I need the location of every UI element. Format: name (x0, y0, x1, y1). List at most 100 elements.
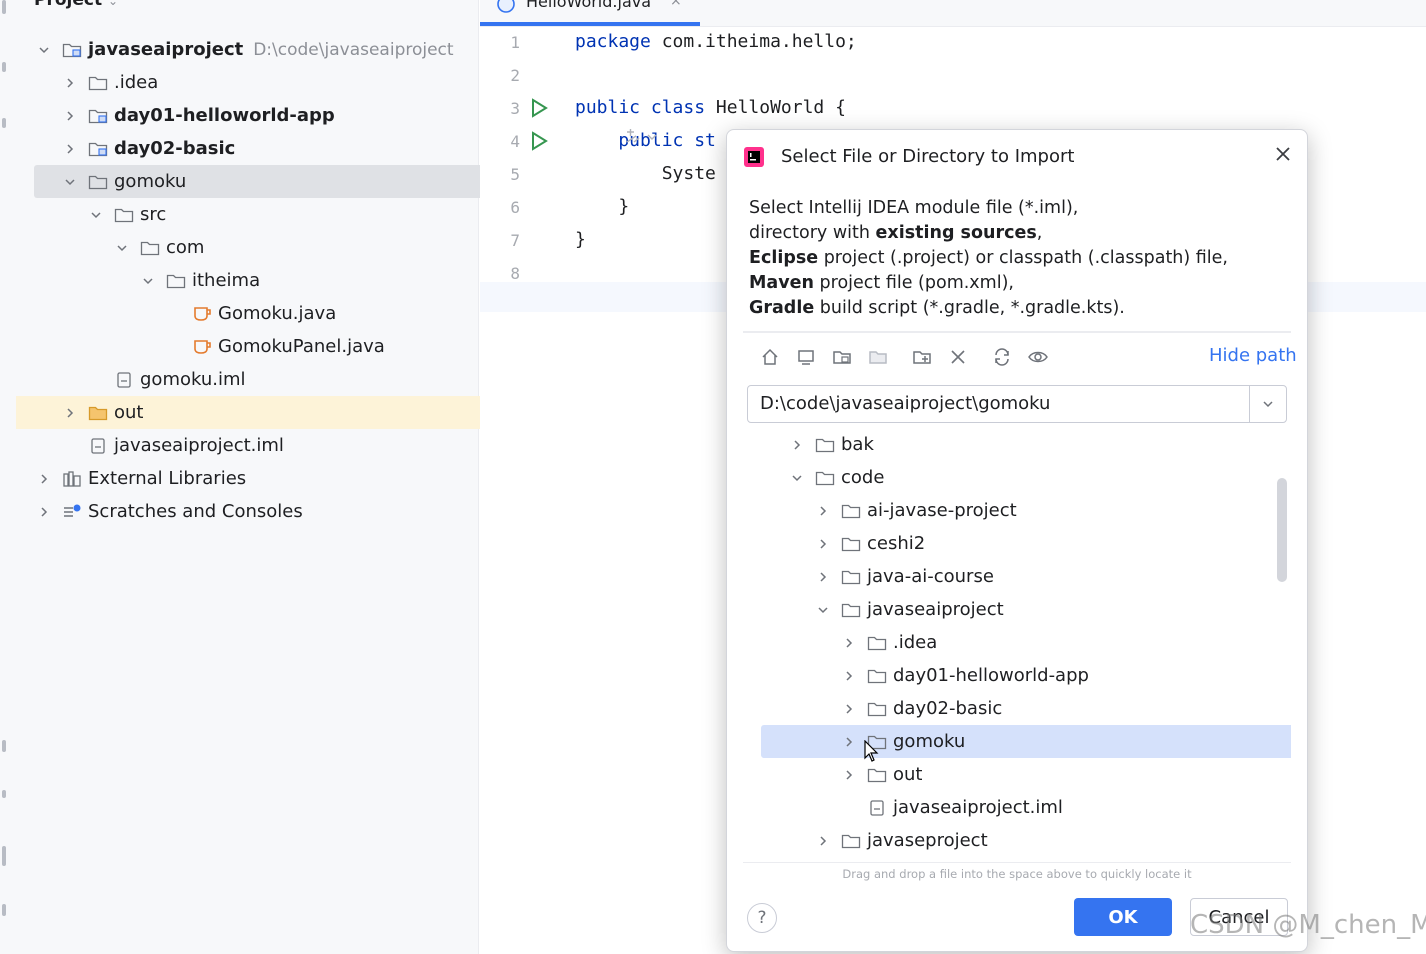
code-line[interactable]: public class HelloWorld { (575, 97, 846, 118)
file-chooser-item[interactable]: .idea (743, 626, 1291, 659)
chevron-down-icon[interactable] (38, 44, 50, 56)
project-tree-item[interactable]: javaseaiproject D:\code\javaseaiproject (16, 33, 500, 66)
line-number: 7 (510, 231, 520, 250)
chevron-right-icon[interactable] (791, 439, 803, 451)
path-history-dropdown[interactable] (1249, 386, 1286, 422)
hide-path-link[interactable]: Hide path (1209, 345, 1297, 366)
chevron-down-icon[interactable] (817, 604, 829, 616)
project-tree-item[interactable]: Scratches and Consoles (16, 495, 500, 528)
project-folder-icon[interactable] (831, 346, 853, 368)
tab-helloworld-java[interactable]: HelloWorld.java (526, 0, 651, 11)
ok-button[interactable]: OK (1074, 898, 1172, 936)
show-hidden-icon[interactable] (1027, 346, 1049, 368)
file-chooser-item[interactable]: javaseaiproject (743, 593, 1291, 626)
code-line[interactable]: Syste (575, 163, 716, 184)
chevron-down-icon[interactable] (64, 176, 76, 188)
chevron-right-icon[interactable] (38, 473, 50, 485)
chevron-down-icon[interactable] (90, 209, 102, 221)
ai-assist-icon[interactable] (624, 128, 658, 146)
file-chooser-item[interactable]: java-ai-course (743, 560, 1291, 593)
project-tree-item[interactable]: gomoku (34, 165, 510, 198)
tool-strip-marker[interactable] (2, 846, 6, 866)
module-folder-icon (62, 42, 82, 58)
home-icon[interactable] (759, 346, 781, 368)
chevron-right-icon[interactable] (843, 736, 855, 748)
intellij-logo-icon (744, 147, 764, 167)
tool-strip-marker[interactable] (2, 904, 6, 916)
chevron-right-icon[interactable] (817, 571, 829, 583)
chevron-right-icon[interactable] (38, 506, 50, 518)
chevron-right-icon[interactable] (817, 505, 829, 517)
tool-strip-marker[interactable] (2, 62, 6, 72)
path-input[interactable]: D:\code\javaseaiproject\gomoku (747, 385, 1287, 423)
folder-icon (867, 767, 887, 783)
tool-strip-marker[interactable] (2, 118, 6, 128)
file-chooser-item[interactable]: gomoku (761, 725, 1291, 758)
file-chooser-item[interactable]: javaseaiproject.iml (743, 791, 1291, 824)
close-icon[interactable]: × (670, 0, 682, 9)
project-tree-item[interactable]: day01-helloworld-app (16, 99, 526, 132)
tool-strip-marker[interactable] (2, 0, 6, 14)
code-line[interactable]: } (575, 229, 586, 250)
delete-icon[interactable] (947, 346, 969, 368)
file-chooser-item-label: javaseaiproject.iml (893, 797, 1063, 818)
dialog-title: Select File or Directory to Import (781, 146, 1075, 167)
code-token: com.itheima.hello; (661, 31, 857, 52)
code-token: } (575, 229, 586, 250)
tool-strip-marker[interactable] (2, 740, 6, 752)
chevron-right-icon[interactable] (64, 77, 76, 89)
file-chooser-item[interactable]: javaseproject (743, 824, 1291, 857)
project-tree-item[interactable]: javaseaiproject.iml (16, 429, 526, 462)
chevron-right-icon[interactable] (843, 637, 855, 649)
file-chooser-item[interactable]: ceshi2 (743, 527, 1291, 560)
scrollbar-thumb[interactable] (1277, 478, 1287, 582)
code-line[interactable]: } (575, 196, 629, 217)
project-tree-item[interactable]: src (16, 198, 552, 231)
file-chooser-item[interactable]: out (743, 758, 1291, 791)
mouse-cursor-icon (864, 740, 879, 762)
tool-strip-marker[interactable] (2, 790, 6, 798)
description-line: Maven project file (pom.xml), (749, 271, 1228, 296)
run-icon[interactable] (528, 130, 550, 152)
folder-icon (841, 536, 861, 552)
watermark: CSDN @M_chen_M (1190, 910, 1426, 940)
close-icon[interactable] (1273, 144, 1293, 164)
chevron-down-icon[interactable] (142, 275, 154, 287)
file-chooser-item[interactable]: day02-basic (743, 692, 1291, 725)
chevron-right-icon[interactable] (64, 143, 76, 155)
chevron-right-icon[interactable] (817, 538, 829, 550)
file-chooser-item[interactable]: day01-helloworld-app (743, 659, 1291, 692)
chevron-right-icon[interactable] (843, 670, 855, 682)
chevron-right-icon[interactable] (64, 407, 76, 419)
folder-icon (867, 635, 887, 651)
folder-icon (114, 207, 134, 223)
desktop-icon[interactable] (795, 346, 817, 368)
chevron-right-icon[interactable] (843, 703, 855, 715)
file-chooser-item-label: .idea (893, 632, 938, 653)
project-tree-item[interactable]: gomoku.iml (16, 363, 552, 396)
run-icon[interactable] (528, 97, 550, 119)
project-tree-item[interactable]: out (16, 396, 526, 429)
folder-icon (815, 470, 835, 486)
chevron-down-icon[interactable] (116, 242, 128, 254)
project-tree-item[interactable]: day02-basic (16, 132, 526, 165)
help-button[interactable]: ? (747, 903, 777, 933)
new-folder-icon[interactable] (911, 346, 933, 368)
file-chooser-item[interactable]: bak (743, 428, 1291, 461)
code-line[interactable]: package com.itheima.hello; (575, 31, 857, 52)
chevron-right-icon[interactable] (817, 835, 829, 847)
chevron-right-icon[interactable] (843, 769, 855, 781)
line-number: 1 (510, 33, 520, 52)
project-tree-item[interactable]: External Libraries (16, 462, 500, 495)
file-chooser-tree[interactable]: bak code ai-javase-project ceshi2 java-ai-co… (743, 426, 1291, 863)
chevron-down-icon[interactable]: ⌄ (108, 0, 118, 8)
refresh-icon[interactable] (991, 346, 1013, 368)
project-tree-item[interactable]: .idea (16, 66, 526, 99)
file-chooser-item[interactable]: ai-javase-project (743, 494, 1291, 527)
path-input-value: D:\code\javaseaiproject\gomoku (760, 393, 1051, 414)
chevron-down-icon[interactable] (791, 472, 803, 484)
chevron-right-icon[interactable] (64, 110, 76, 122)
project-panel-title[interactable]: Project (34, 0, 102, 10)
file-chooser-item[interactable]: code (743, 461, 1291, 494)
